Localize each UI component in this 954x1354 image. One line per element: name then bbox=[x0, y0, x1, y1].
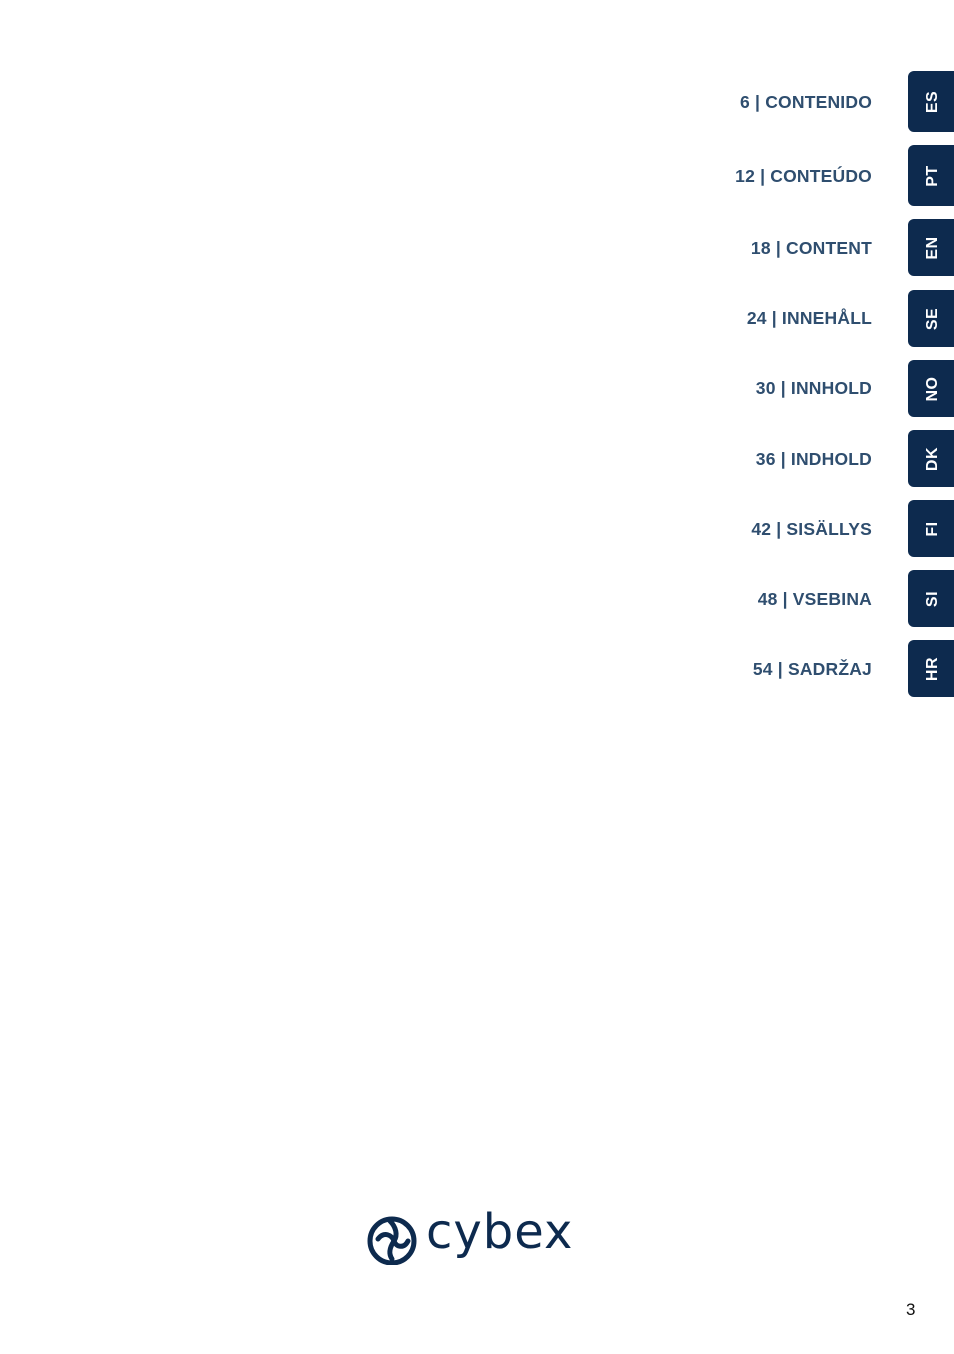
toc-entry-es[interactable]: 6 | CONTENIDO bbox=[740, 92, 872, 112]
cybex-emblem-icon bbox=[367, 1216, 417, 1265]
cybex-wordmark: cybex bbox=[426, 1208, 573, 1260]
lang-tab-es[interactable]: ES bbox=[908, 71, 954, 132]
lang-tab-dk[interactable]: DK bbox=[908, 430, 954, 487]
lang-tab-label: EN bbox=[924, 235, 941, 260]
lang-tab-se[interactable]: SE bbox=[908, 290, 954, 347]
lang-tab-label: SE bbox=[924, 307, 941, 330]
toc-entry-hr[interactable]: 54 | SADRŽAJ bbox=[753, 659, 872, 679]
lang-tab-label: DK bbox=[924, 446, 941, 471]
brand-name: cybex bbox=[426, 1208, 573, 1260]
lang-tab-hr[interactable]: HR bbox=[908, 640, 954, 697]
toc-entry-dk[interactable]: 36 | INDHOLD bbox=[756, 449, 872, 469]
toc-entry-se[interactable]: 24 | INNEHÅLL bbox=[747, 308, 872, 328]
lang-tab-si[interactable]: SI bbox=[908, 570, 954, 627]
lang-tab-label: PT bbox=[924, 164, 941, 187]
lang-tab-label: ES bbox=[924, 90, 941, 113]
lang-tab-pt[interactable]: PT bbox=[908, 145, 954, 206]
lang-tab-no[interactable]: NO bbox=[908, 360, 954, 417]
page-number: 3 bbox=[906, 1300, 916, 1319]
lang-tab-label: FI bbox=[924, 520, 941, 537]
lang-tab-en[interactable]: EN bbox=[908, 219, 954, 276]
lang-tab-label: SI bbox=[924, 590, 941, 607]
lang-tab-label: HR bbox=[924, 656, 941, 681]
lang-tab-fi[interactable]: FI bbox=[908, 500, 954, 557]
toc-entry-si[interactable]: 48 | VSEBINA bbox=[758, 589, 872, 609]
cybex-logo: cybex bbox=[366, 1208, 586, 1270]
toc-entry-pt[interactable]: 12 | CONTEÚDO bbox=[735, 166, 872, 186]
toc-entry-en[interactable]: 18 | CONTENT bbox=[751, 238, 872, 258]
toc-entry-no[interactable]: 30 | INNHOLD bbox=[756, 378, 872, 398]
lang-tab-label: NO bbox=[924, 376, 941, 401]
toc-entry-fi[interactable]: 42 | SISÄLLYS bbox=[751, 519, 872, 539]
